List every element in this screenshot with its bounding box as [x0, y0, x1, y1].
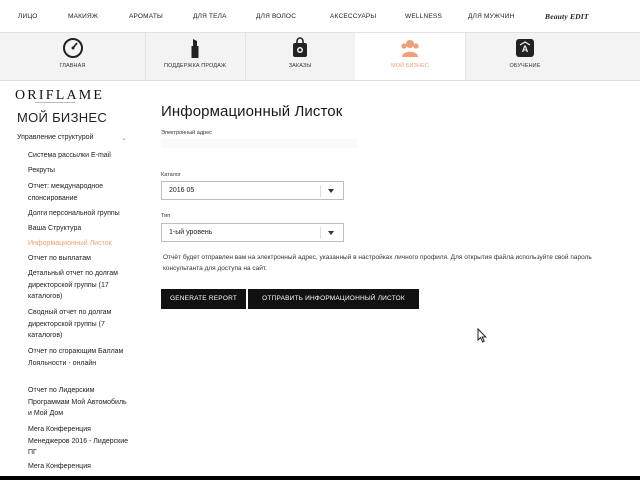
- people-icon: [399, 37, 421, 59]
- shopping-bag-icon: [289, 37, 311, 59]
- sidebar-item-mega-conference[interactable]: Мега Конференция: [28, 461, 130, 473]
- generate-report-button[interactable]: GENERATE REPORT: [161, 289, 246, 309]
- graduation-cap-icon: A: [514, 37, 536, 59]
- page-title: Информационный Листок: [161, 103, 343, 120]
- iconbar-label: ЗАКАЗЫ: [288, 63, 312, 69]
- sidebar-item-info-sheet[interactable]: Информационный Листок: [28, 238, 130, 250]
- speedometer-icon: [62, 37, 84, 59]
- sidebar-item-personal-group-debts[interactable]: Долги персональной группы: [28, 208, 130, 220]
- nav-item-fragrances[interactable]: АРОМАТЫ: [129, 13, 163, 20]
- iconbar-label: ГЛАВНАЯ: [59, 63, 86, 69]
- iconbar-my-business[interactable]: МОЙ БИЗНЕС: [355, 33, 466, 80]
- select-divider: [320, 227, 321, 239]
- browser-page: ЛИЦО МАКИЯЖ АРОМАТЫ ДЛЯ ТЕЛА ДЛЯ ВОЛОС А…: [0, 0, 640, 476]
- select-divider: [320, 185, 321, 197]
- catalog-select-value: 2016 05: [169, 187, 195, 194]
- sidebar-item-loyalty-points-report[interactable]: Отчет по сгорающим Баллам Лояльности - о…: [28, 346, 130, 369]
- nav-item-face[interactable]: ЛИЦО: [18, 13, 37, 20]
- dropdown-arrow-icon: [328, 231, 334, 235]
- iconbar-home[interactable]: ГЛАВНАЯ: [0, 33, 146, 80]
- iconbar-label: МОЙ БИЗНЕС: [391, 63, 429, 69]
- chevron-down-icon[interactable]: ⌄: [121, 134, 127, 142]
- section-iconbar: ГЛАВНАЯ ПОДДЕРЖКА ПРОДАЖ ЗАКАЗЫ МОЙ БИЗН…: [0, 33, 640, 81]
- sidebar-title: МОЙ БИЗНЕС: [17, 110, 108, 125]
- iconbar-orders[interactable]: ЗАКАЗЫ: [245, 33, 356, 80]
- report-note: Отчёт будет отправлен вам на электронный…: [163, 254, 592, 272]
- logo-underline: [35, 102, 75, 105]
- nav-item-men[interactable]: ДЛЯ МУЖЧИН: [468, 13, 514, 20]
- nav-item-accessories[interactable]: АКСЕССУАРЫ: [330, 13, 376, 20]
- sidebar-item-summary-debts-report[interactable]: Сводный отчет по долгам директорской гру…: [28, 307, 130, 342]
- catalog-select[interactable]: 2016 05: [161, 181, 344, 200]
- nav-item-wellness[interactable]: WELLNESS: [405, 13, 442, 20]
- sidebar-item-payments-report[interactable]: Отчет по выплатам: [28, 253, 130, 265]
- sidebar-item-recruits[interactable]: Рекруты: [28, 165, 130, 177]
- nav-item-makeup[interactable]: МАКИЯЖ: [68, 13, 98, 20]
- bottom-black-strip: [0, 476, 640, 480]
- sidebar-item-email-system[interactable]: Система рассылки E-mail: [28, 150, 130, 162]
- nav-item-hair[interactable]: ДЛЯ ВОЛОС: [256, 13, 296, 20]
- mouse-cursor-icon: [477, 327, 487, 348]
- lipstick-icon: [184, 37, 206, 59]
- nav-item-beauty-edit[interactable]: Beauty EDIT: [545, 12, 589, 21]
- sidebar-item-your-structure[interactable]: Ваша Структура: [28, 223, 130, 235]
- email-field[interactable]: [161, 139, 357, 148]
- send-info-sheet-button[interactable]: ОТПРАВИТЬ ИНФОРМАЦИОННЫЙ ЛИСТОК: [248, 289, 419, 309]
- iconbar-label: ПОДДЕРЖКА ПРОДАЖ: [163, 63, 227, 69]
- sidebar-item-leader-programs-report[interactable]: Отчет по Лидерским Программам Мой Автомо…: [28, 385, 130, 420]
- iconbar-education[interactable]: A ОБУЧЕНИЕ: [465, 33, 585, 80]
- dropdown-arrow-icon: [328, 189, 334, 193]
- type-label: Тип: [161, 213, 171, 219]
- iconbar-sales-support[interactable]: ПОДДЕРЖКА ПРОДАЖ: [145, 33, 246, 80]
- type-select-value: 1-ый уровень: [169, 229, 213, 236]
- sidebar-item-mega-conference-2016[interactable]: Мега Конференция Менеджеров 2016 - Лидер…: [28, 424, 130, 459]
- sidebar-section-structure[interactable]: Управление структурой: [17, 134, 93, 141]
- catalog-label: Каталог: [161, 172, 181, 178]
- sidebar-item-intl-sponsoring[interactable]: Отчет: международное спонсирование: [28, 181, 130, 204]
- iconbar-label: ОБУЧЕНИЕ: [509, 63, 541, 69]
- email-label: Электронный адрес: [161, 130, 212, 136]
- svg-text:A: A: [522, 44, 529, 54]
- type-select[interactable]: 1-ый уровень: [161, 223, 344, 242]
- category-nav: ЛИЦО МАКИЯЖ АРОМАТЫ ДЛЯ ТЕЛА ДЛЯ ВОЛОС А…: [0, 0, 640, 33]
- sidebar-item-detailed-debts-report[interactable]: Детальный отчет по долгам директорской г…: [28, 268, 130, 303]
- nav-item-body[interactable]: ДЛЯ ТЕЛА: [193, 13, 227, 20]
